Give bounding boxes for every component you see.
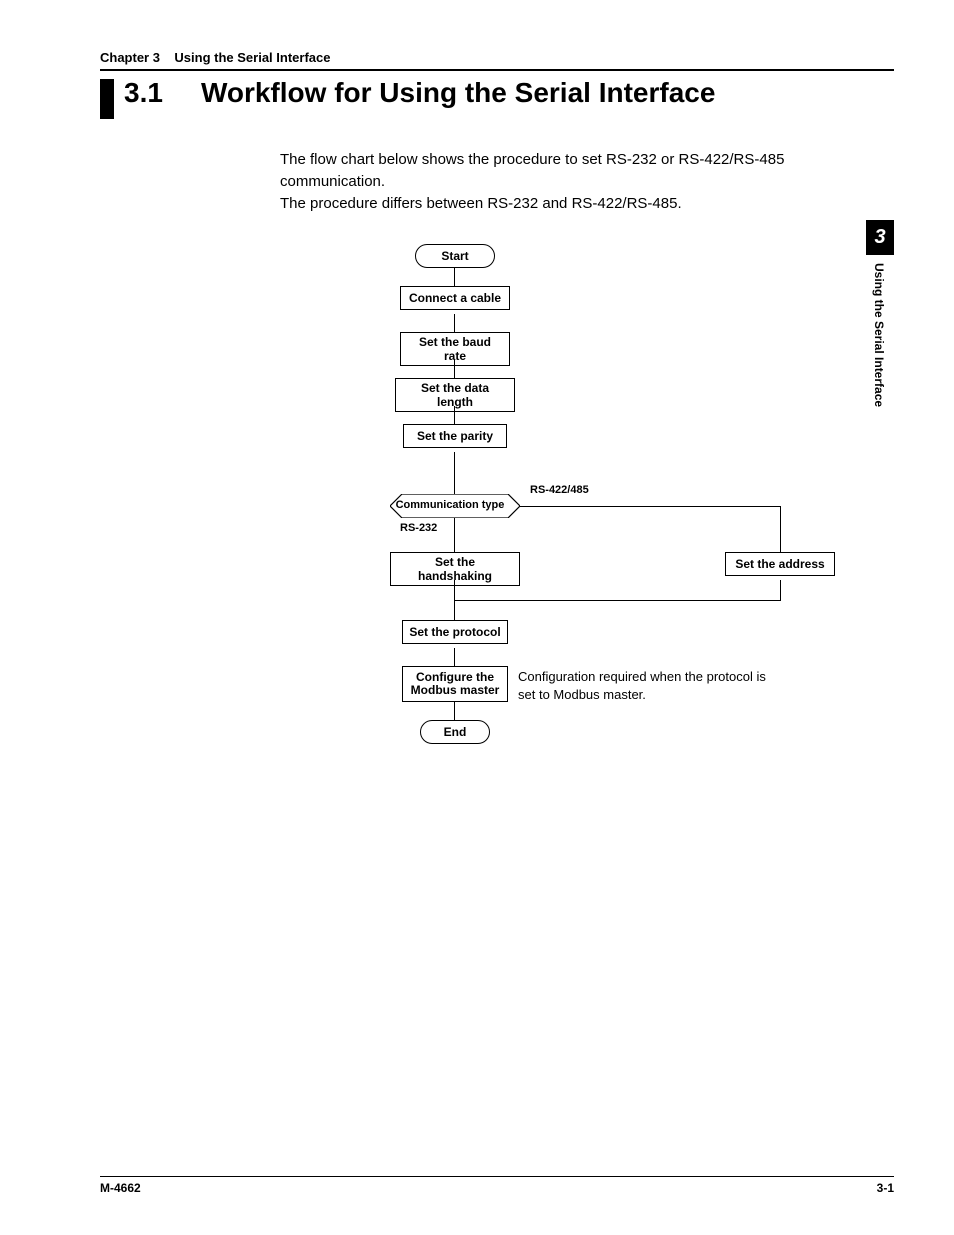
side-tab-number: 3 [866, 220, 894, 255]
flow-set-address: Set the address [725, 552, 835, 576]
flow-start: Start [415, 244, 495, 268]
flow-end: End [420, 720, 490, 744]
page-footer: M-4662 3-1 [100, 1176, 894, 1195]
flowchart: Start Connect a cable Set the baud rate … [280, 244, 840, 804]
page: Chapter 3 Using the Serial Interface 3.1… [0, 0, 954, 1235]
flow-connector [454, 600, 781, 601]
flow-connect-cable: Connect a cable [400, 286, 510, 310]
flow-connector [454, 452, 455, 494]
flow-branch-rs232-label: RS-232 [400, 522, 437, 534]
flow-connector [780, 580, 781, 600]
flow-set-protocol: Set the protocol [402, 620, 508, 644]
section-title: Workflow for Using the Serial Interface [201, 77, 715, 109]
footer-left: M-4662 [100, 1181, 141, 1195]
breadcrumb: Chapter 3 Using the Serial Interface [100, 50, 894, 71]
flow-connector [454, 702, 455, 720]
flow-connector [454, 268, 455, 286]
section-heading: 3.1 Workflow for Using the Serial Interf… [100, 77, 894, 119]
flow-connector [454, 360, 455, 378]
intro-line-1: The flow chart below shows the procedure… [280, 149, 800, 193]
flow-configure-modbus: Configure the Modbus master [402, 666, 508, 702]
side-tab: 3 Using the Serial Interface [866, 220, 894, 407]
side-tab-text: Using the Serial Interface [872, 263, 886, 407]
flow-parity: Set the parity [403, 424, 507, 448]
flow-connector [520, 506, 780, 507]
flow-connector [454, 518, 455, 552]
footer-right: 3-1 [877, 1181, 894, 1195]
section-number: 3.1 [124, 77, 163, 109]
intro-line-2: The procedure differs between RS-232 and… [280, 193, 800, 215]
chapter-title: Using the Serial Interface [174, 50, 330, 65]
flow-decision-commtype: Communication type [390, 494, 510, 516]
flow-connector [780, 506, 781, 552]
flow-connector [454, 406, 455, 424]
heading-accent-bar [100, 79, 114, 119]
flow-modbus-note: Configuration required when the protocol… [518, 668, 778, 703]
flow-connector [454, 314, 455, 332]
flow-branch-rs422-label: RS-422/485 [530, 484, 589, 496]
chapter-number: Chapter 3 [100, 50, 160, 65]
intro-text: The flow chart below shows the procedure… [280, 149, 800, 214]
flow-connector [454, 648, 455, 666]
